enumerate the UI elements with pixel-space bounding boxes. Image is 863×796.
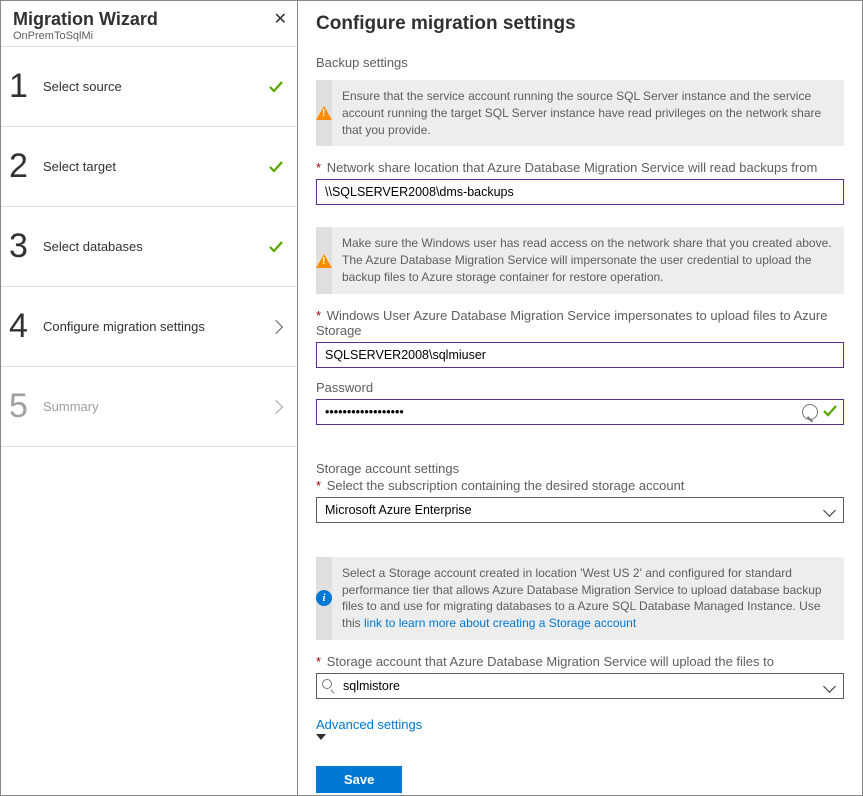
step-label: Summary	[43, 399, 267, 414]
step-number: 5	[9, 387, 43, 426]
chevron-right-icon	[267, 402, 285, 412]
warning-alert-user-access: Make sure the Windows user has read acce…	[316, 227, 844, 293]
step-number: 1	[9, 67, 43, 106]
windows-user-input[interactable]	[316, 342, 844, 368]
password-input[interactable]	[316, 399, 844, 425]
wizard-subtitle: OnPremToSqlMi	[13, 30, 285, 42]
alert-text: Select a Storage account created in loca…	[332, 557, 844, 640]
check-icon	[822, 403, 838, 422]
sidebar-header: Migration Wizard OnPremToSqlMi ✕	[1, 1, 297, 47]
wizard-sidebar: Migration Wizard OnPremToSqlMi ✕ 1 Selec…	[1, 1, 298, 795]
alert-text: Ensure that the service account running …	[332, 80, 844, 146]
save-button[interactable]: Save	[316, 766, 402, 793]
advanced-settings-toggle[interactable]: Advanced settings	[316, 717, 844, 732]
password-label: Password	[316, 380, 844, 395]
step-summary[interactable]: 5 Summary	[1, 367, 297, 447]
network-share-input[interactable]	[316, 179, 844, 205]
subscription-label: * Select the subscription containing the…	[316, 478, 844, 493]
close-icon[interactable]: ✕	[274, 9, 287, 29]
reveal-password-icon[interactable]	[802, 404, 818, 420]
subscription-select[interactable]: Microsoft Azure Enterprise	[316, 497, 844, 523]
warning-alert-service-account: Ensure that the service account running …	[316, 80, 844, 146]
step-select-databases[interactable]: 3 Select databases	[1, 207, 297, 287]
chevron-right-icon	[267, 322, 285, 332]
check-icon	[267, 239, 285, 255]
network-share-label: * Network share location that Azure Data…	[316, 160, 844, 175]
wizard-title: Migration Wizard	[13, 9, 285, 30]
steps-list: 1 Select source 2 Select target 3 Select…	[1, 47, 297, 447]
step-select-target[interactable]: 2 Select target	[1, 127, 297, 207]
warning-icon	[316, 227, 332, 293]
step-configure-migration-settings[interactable]: 4 Configure migration settings	[1, 287, 297, 367]
storage-settings-heading: Storage account settings	[316, 461, 844, 476]
backup-settings-heading: Backup settings	[316, 55, 844, 70]
step-label: Select databases	[43, 239, 267, 254]
info-icon: i	[316, 557, 332, 640]
step-number: 3	[9, 227, 43, 266]
check-icon	[267, 79, 285, 95]
windows-user-label: * Windows User Azure Database Migration …	[316, 308, 844, 338]
step-number: 4	[9, 307, 43, 346]
step-label: Select source	[43, 79, 267, 94]
step-number: 2	[9, 147, 43, 186]
check-icon	[267, 159, 285, 175]
alert-text: Make sure the Windows user has read acce…	[332, 227, 844, 293]
storage-account-label: * Storage account that Azure Database Mi…	[316, 654, 844, 669]
step-label: Select target	[43, 159, 267, 174]
warning-icon	[316, 80, 332, 146]
storage-learn-more-link[interactable]: link to learn more about creating a Stor…	[364, 616, 636, 630]
step-label: Configure migration settings	[43, 319, 267, 334]
caret-down-icon	[316, 734, 326, 740]
search-icon	[322, 679, 332, 689]
info-alert-storage: i Select a Storage account created in lo…	[316, 557, 844, 640]
main-panel: Configure migration settings Backup sett…	[298, 1, 862, 795]
step-select-source[interactable]: 1 Select source	[1, 47, 297, 127]
storage-account-combobox[interactable]	[316, 673, 844, 699]
page-title: Configure migration settings	[316, 13, 844, 35]
